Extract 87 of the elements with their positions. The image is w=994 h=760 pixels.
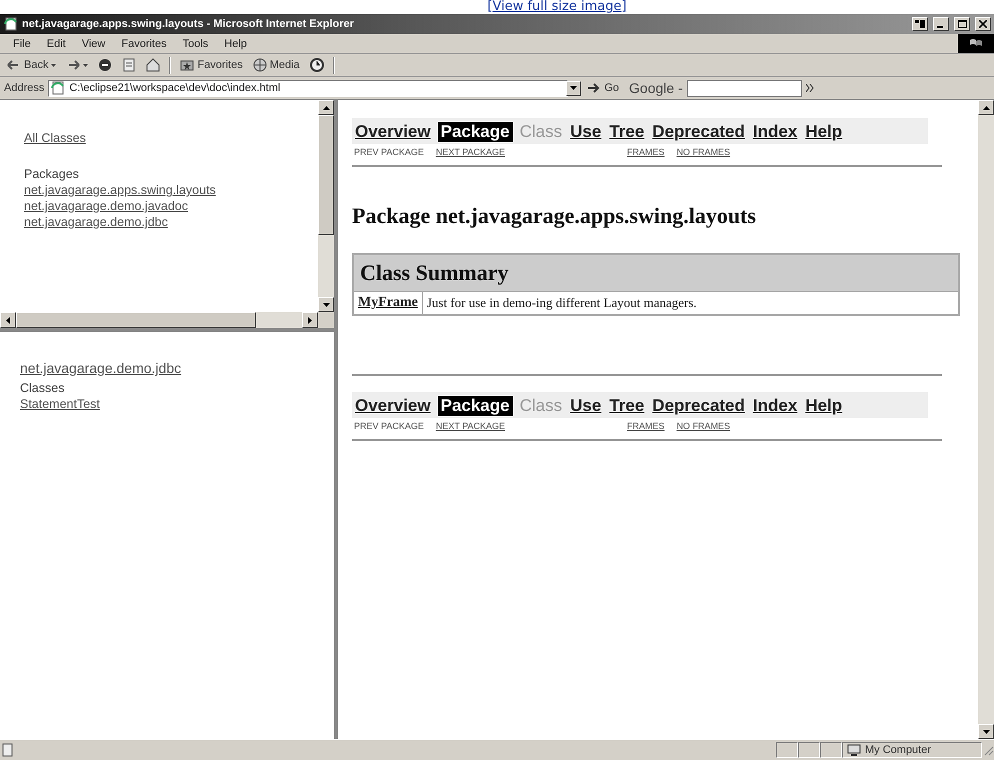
address-field[interactable]: C:\eclipse21\workspace\dev\doc\index.html [48,80,568,96]
nav-tab[interactable]: Package [438,396,513,416]
maximize-button[interactable] [954,17,970,31]
forward-arrow-icon [66,58,80,72]
house-icon [146,58,160,72]
window-button[interactable] [912,17,928,31]
nav-link[interactable]: FRAMES [627,421,665,431]
grid-icon [915,20,925,28]
vertical-scrollbar[interactable] [318,100,334,312]
go-button[interactable]: Go [585,82,622,94]
media-button[interactable]: Media [250,57,303,73]
chevron-icon [806,84,814,92]
dropdown-caret-icon [83,64,88,66]
down-arrow-icon [322,302,330,306]
package-link[interactable]: net.javagarage.demo.jdbc [24,214,318,230]
down-arrow-icon [982,730,990,734]
menu-item[interactable]: File [6,36,38,50]
back-arrow-icon [7,58,21,72]
vertical-scrollbar[interactable] [978,100,994,739]
zone-label: My Computer [865,744,932,756]
up-arrow-icon [322,106,330,110]
nav-tab[interactable]: Overview [354,396,432,416]
nav-tab[interactable]: Help [804,122,844,142]
nav-tab[interactable]: Help [804,396,844,416]
nav-link[interactable]: NEXT PACKAGE [436,421,506,431]
dropdown-button[interactable] [566,80,582,96]
close-button[interactable] [975,17,991,31]
search-field[interactable] [686,80,802,96]
maximize-icon [958,20,966,28]
right-arrow-icon [308,316,312,324]
nav-tab[interactable]: Tree [608,122,646,142]
favorites-button[interactable]: Favorites [177,57,246,73]
page-icon [4,17,18,31]
back-button[interactable]: Back [4,57,60,73]
packages-heading: Packages [24,166,80,182]
address-label: Address [4,82,44,94]
nav-tab[interactable]: Index [752,122,798,142]
up-arrow-icon [982,106,990,110]
nav-link[interactable]: NO FRAMES [676,421,730,431]
menu-item[interactable]: Help [217,36,254,50]
nav-label: PREV PACKAGE [354,421,424,431]
nav-link[interactable]: NO FRAMES [676,147,730,157]
nav-tab[interactable]: Tree [608,396,646,416]
all-classes-link[interactable]: All Classes [24,130,318,146]
page-heading: Package net.javagarage.apps.swing.layouts [352,203,757,229]
scrollbar-corner [318,312,334,328]
nav-link[interactable]: FRAMES [627,147,665,157]
view-full-size-link[interactable]: [View full size image] [487,0,627,14]
status-panel [798,742,820,758]
clock-icon [310,58,324,72]
nav-tab[interactable]: Use [569,122,602,142]
computer-icon [847,744,861,756]
horizontal-scrollbar[interactable] [0,312,318,328]
menu-item[interactable]: View [74,36,112,50]
page-icon [122,58,136,72]
star-folder-icon [180,58,194,72]
close-icon [979,20,987,28]
page-icon [51,81,66,95]
package-link[interactable]: net.javagarage.demo.jdbc [20,360,334,376]
nav-link[interactable]: NEXT PACKAGE [436,147,506,157]
resize-grip-icon [982,744,994,756]
nav-label: PREV PACKAGE [354,147,424,157]
nav-tab[interactable]: Deprecated [651,396,746,416]
classes-heading: Classes [20,380,66,396]
caret-icon [570,86,578,90]
arrow-icon [587,82,602,94]
menu-item[interactable]: Edit [40,36,73,50]
status-panel [776,742,798,758]
nav-tab[interactable]: Deprecated [651,122,746,142]
dropdown-caret-icon [51,64,56,66]
table-header: Class Summary [353,254,959,292]
stop-icon [98,58,112,72]
globe-icon [252,58,267,72]
package-link[interactable]: net.javagarage.apps.swing.layouts [24,182,318,198]
menu-item[interactable]: Favorites [114,36,174,50]
google-label: Google - [629,80,683,96]
nav-tab[interactable]: Index [752,396,798,416]
class-link[interactable]: StatementTest [20,396,334,412]
left-arrow-icon [6,316,10,324]
package-link[interactable]: net.javagarage.demo.javadoc [24,198,318,214]
minimize-button[interactable] [933,17,949,31]
window-title: net.javagarage.apps.swing.layouts - Microsoft Internet Explorer [22,18,355,30]
page-icon [0,743,14,757]
nav-tab[interactable]: Package [438,122,513,142]
nav-tab[interactable]: Overview [354,122,432,142]
menu-item[interactable]: Tools [176,36,216,50]
nav-tab[interactable]: Use [569,396,602,416]
